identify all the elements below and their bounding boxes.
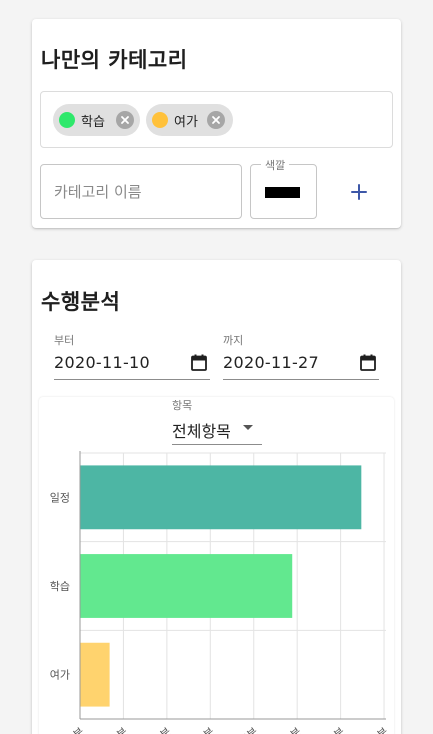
category-label: 학습 — [50, 580, 70, 593]
category-label: 여가 — [50, 669, 70, 682]
color-dot-icon — [59, 112, 75, 128]
calendar-icon[interactable] — [191, 354, 207, 371]
chip-label: 학습 — [81, 115, 105, 130]
x-tick-label: 88분 — [147, 725, 174, 734]
to-date-field[interactable]: 까지 2020-11-27 — [223, 332, 379, 380]
category-chip-study[interactable]: 학습 — [53, 104, 140, 136]
bar-chart: 일정학습여가 0분 44분 88분 132분 176분 220분 264분 308분 — [50, 451, 391, 734]
category-chip-leisure[interactable]: 여가 — [146, 104, 233, 136]
to-date-label: 까지 — [223, 334, 244, 347]
categories-title: 나만의 카테고리 — [41, 48, 188, 72]
calendar-icon[interactable] — [360, 354, 376, 371]
chip-label: 여가 — [174, 115, 198, 130]
x-tick-label: 176분 — [228, 725, 261, 734]
color-picker-field[interactable]: 색깔 — [250, 157, 317, 219]
color-dot-icon — [152, 112, 168, 128]
category-name-field — [40, 164, 242, 219]
plus-icon — [351, 184, 367, 200]
chart-panel: 항목 전체항목 일정학습여가0분44분88분132분176분220분264분30… — [39, 397, 394, 734]
x-tick-label: 264분 — [315, 725, 348, 734]
to-date-value[interactable]: 2020-11-27 — [223, 353, 319, 372]
analysis-title: 수행분석 — [41, 290, 121, 314]
remove-chip-icon[interactable] — [116, 111, 134, 129]
category-chip-list: 학습 여가 — [40, 91, 393, 148]
bar-3 — [80, 642, 110, 707]
bar-1 — [80, 465, 362, 530]
category-name-input[interactable] — [41, 165, 241, 218]
category-label: 일정 — [50, 490, 70, 504]
color-picker-label: 색깔 — [261, 157, 290, 173]
categories-card: 나만의 카테고리 학습 여가 색깔 — [32, 19, 401, 228]
x-tick-label: 44분 — [103, 725, 130, 734]
from-date-label: 부터 — [54, 334, 75, 347]
from-date-value[interactable]: 2020-11-10 — [54, 353, 150, 372]
bar-2 — [80, 554, 293, 618]
from-date-field[interactable]: 부터 2020-11-10 — [54, 332, 210, 380]
add-category-button[interactable] — [342, 175, 376, 209]
remove-chip-icon[interactable] — [207, 111, 225, 129]
analysis-card: 수행분석 부터 2020-11-10 까지 2020-11-27 항목 전체항목 — [32, 260, 401, 734]
x-tick-label: 220분 — [271, 725, 304, 734]
x-tick-label: 308분 — [358, 725, 391, 734]
x-tick-label: 0분 — [65, 725, 86, 734]
color-swatch[interactable] — [265, 187, 300, 198]
x-tick-label: 132분 — [185, 725, 218, 734]
